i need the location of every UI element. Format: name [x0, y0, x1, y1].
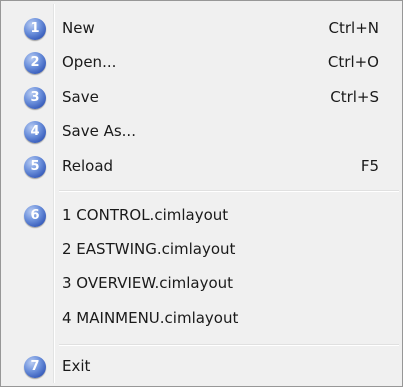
menu-item-label: Save	[62, 88, 99, 106]
menu-item-label: Reload	[62, 157, 114, 175]
menu-item-label: Open...	[62, 53, 117, 71]
number-1-icon: 1	[24, 18, 46, 40]
menu-item-save-as[interactable]: 4 Save As...	[4, 116, 399, 148]
number-7-icon: 7	[24, 356, 46, 378]
number-6-icon: 6	[24, 205, 46, 227]
recent-file-label: 2 EASTWING.cimlayout	[62, 240, 236, 258]
recent-file-label: 4 MAINMENU.cimlayout	[62, 309, 239, 327]
recent-file-item[interactable]: 3 OVERVIEW.cimlayout	[4, 268, 399, 300]
menu-separator	[59, 344, 399, 346]
number-2-icon: 2	[24, 52, 46, 74]
menu-item-save[interactable]: 3 Save Ctrl+S	[4, 82, 399, 114]
menu-separator	[59, 190, 399, 192]
menu-item-label: Save As...	[62, 122, 136, 140]
menu-item-new[interactable]: 1 New Ctrl+N	[4, 13, 399, 45]
number-4-icon: 4	[24, 121, 46, 143]
recent-file-label: 1 CONTROL.cimlayout	[62, 206, 229, 224]
menu-item-shortcut: Ctrl+O	[327, 53, 379, 71]
recent-file-item[interactable]: 6 1 CONTROL.cimlayout	[4, 200, 399, 232]
menu-item-label: New	[62, 19, 95, 37]
number-3-icon: 3	[24, 87, 46, 109]
menu-item-shortcut: F5	[360, 157, 379, 175]
menu-item-shortcut: Ctrl+N	[328, 19, 379, 37]
recent-file-label: 3 OVERVIEW.cimlayout	[62, 274, 234, 292]
menu-item-shortcut: Ctrl+S	[330, 88, 379, 106]
file-menu: 1 New Ctrl+N 2 Open... Ctrl+O 3 Save Ctr…	[0, 0, 403, 387]
recent-file-item[interactable]: 4 MAINMENU.cimlayout	[4, 303, 399, 335]
number-5-icon: 5	[24, 156, 46, 178]
recent-file-item[interactable]: 2 EASTWING.cimlayout	[4, 234, 399, 266]
menu-item-open[interactable]: 2 Open... Ctrl+O	[4, 47, 399, 79]
menu-item-label: Exit	[62, 357, 91, 375]
menu-item-exit[interactable]: 7 Exit	[4, 351, 399, 383]
menu-item-reload[interactable]: 5 Reload F5	[4, 151, 399, 183]
